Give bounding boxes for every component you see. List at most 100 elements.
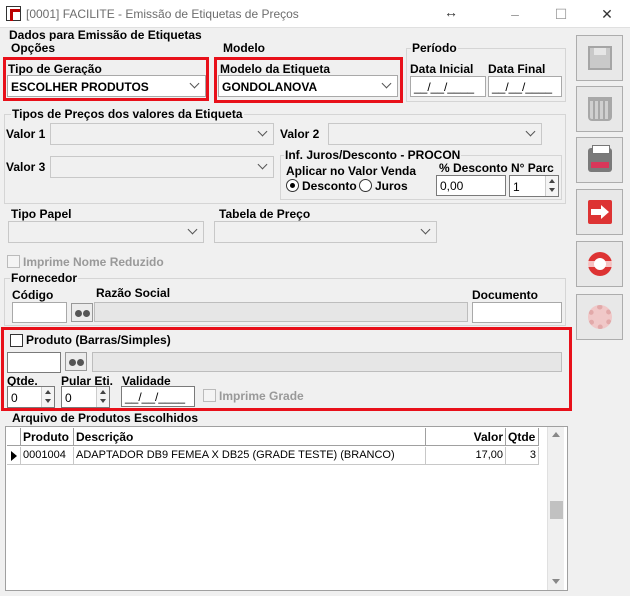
table-row-descricao[interactable]: ADAPTADOR DB9 FEMEA X DB25 (GRADE TESTE)… xyxy=(74,447,426,465)
pct-desconto-field[interactable]: 0,00 xyxy=(436,175,506,196)
chevron-down-icon xyxy=(383,80,391,88)
trash-icon xyxy=(588,97,612,121)
tipo-papel-label: Tipo Papel xyxy=(11,207,72,221)
produtos-grid[interactable]: Produto Descrição Valor Qtde 0001004 ADA… xyxy=(5,426,568,591)
scroll-down-icon[interactable] xyxy=(552,579,560,584)
chevron-down-icon xyxy=(527,128,535,136)
tabela-preco-select[interactable] xyxy=(214,221,437,243)
valor1-label: Valor 1 xyxy=(6,127,46,141)
lifebuoy-icon xyxy=(588,252,612,276)
arquivo-title: Arquivo de Produtos Escolhidos xyxy=(11,411,200,425)
imprime-grade-label: Imprime Grade xyxy=(219,389,304,403)
column-header-produto[interactable]: Produto xyxy=(21,428,74,446)
codigo-field[interactable] xyxy=(12,302,67,323)
imprime-grade-checkbox[interactable] xyxy=(203,389,216,402)
binoculars-search-icon[interactable] xyxy=(65,352,87,371)
stepper-buttons[interactable] xyxy=(545,176,558,196)
parc-label: N° Parc xyxy=(511,161,554,175)
radio-juros-label[interactable]: Juros xyxy=(375,179,408,193)
table-row-produto[interactable]: 0001004 xyxy=(21,447,74,465)
scroll-up-icon[interactable] xyxy=(552,432,560,437)
data-final-label: Data Final xyxy=(488,62,546,76)
maximize-button[interactable]: ☐ xyxy=(538,0,584,28)
chevron-down-icon[interactable] xyxy=(549,188,555,192)
stepper-buttons[interactable] xyxy=(96,387,109,407)
save-button[interactable] xyxy=(576,35,623,81)
data-inicial-value: __/__/____ xyxy=(414,80,475,94)
modelo-label: Modelo da Etiqueta xyxy=(220,62,331,76)
help-button[interactable] xyxy=(576,241,623,287)
stepper-buttons[interactable] xyxy=(41,387,54,407)
pct-desconto-value: 0,00 xyxy=(440,179,464,193)
table-row-qtde[interactable]: 3 xyxy=(506,447,539,465)
qtde-stepper[interactable]: 0 xyxy=(7,386,55,408)
tipo-papel-select[interactable] xyxy=(8,221,204,243)
minimize-button[interactable]: – xyxy=(492,0,538,28)
periodo-title: Período xyxy=(411,41,458,55)
razao-social-label: Razão Social xyxy=(96,286,171,300)
title-bar[interactable]: [0001] FACILITE - Emissão de Etiquetas d… xyxy=(0,0,630,28)
valor3-select[interactable] xyxy=(50,156,274,178)
chevron-up-icon[interactable] xyxy=(100,390,106,394)
table-row-valor[interactable]: 17,00 xyxy=(426,447,506,465)
chevron-up-icon[interactable] xyxy=(549,179,555,183)
chevron-down-icon[interactable] xyxy=(100,399,106,403)
delete-button[interactable] xyxy=(576,86,623,132)
printer-icon xyxy=(588,145,612,172)
juros-group-title: Inf. Juros/Desconto - PROCON xyxy=(284,148,462,162)
chevron-down-icon[interactable] xyxy=(45,399,51,403)
scroll-thumb[interactable] xyxy=(550,501,563,519)
data-inicial-field[interactable]: __/__/____ xyxy=(410,76,486,97)
documento-field[interactable] xyxy=(472,302,562,323)
valor1-select[interactable] xyxy=(50,123,274,145)
opcoes-title: Opções xyxy=(10,41,57,55)
data-final-field[interactable]: __/__/____ xyxy=(488,76,562,97)
settings-button[interactable] xyxy=(576,294,623,340)
razao-social-field xyxy=(94,302,468,322)
exit-button[interactable] xyxy=(576,189,623,235)
close-button[interactable]: ✕ xyxy=(584,0,630,28)
pular-stepper[interactable]: 0 xyxy=(61,386,110,408)
radio-desconto-label[interactable]: Desconto xyxy=(302,179,357,193)
qtde-value: 0 xyxy=(11,391,18,405)
modelo-value: GONDOLANOVA xyxy=(222,80,318,94)
resize-icon[interactable]: ↔ xyxy=(444,4,458,20)
valor3-label: Valor 3 xyxy=(6,160,46,174)
app-logo-icon xyxy=(6,6,21,21)
fornecedor-title: Fornecedor xyxy=(10,271,79,285)
row-pointer-icon xyxy=(11,451,17,461)
produto-checkbox[interactable] xyxy=(10,334,23,347)
modelo-select[interactable]: GONDOLANOVA xyxy=(218,75,398,97)
column-header-valor[interactable]: Valor xyxy=(426,428,506,446)
exit-door-icon xyxy=(588,200,612,224)
save-icon xyxy=(588,46,612,70)
column-header-descricao[interactable]: Descrição xyxy=(74,428,426,446)
parc-stepper[interactable]: 1 xyxy=(509,175,559,197)
radio-desconto[interactable] xyxy=(286,179,299,192)
chevron-down-icon xyxy=(189,226,197,234)
produto-desc-field xyxy=(92,352,562,372)
validade-value: __/__/____ xyxy=(125,390,186,404)
chevron-down-icon xyxy=(259,128,267,136)
column-header-qtde[interactable]: Qtde xyxy=(506,428,539,446)
row-indicator[interactable] xyxy=(7,447,21,465)
data-inicial-label: Data Inicial xyxy=(410,62,474,76)
produto-checkbox-label[interactable]: Produto (Barras/Simples) xyxy=(26,333,171,347)
grid-vertical-scrollbar[interactable] xyxy=(547,427,564,590)
chevron-up-icon[interactable] xyxy=(45,390,51,394)
print-button[interactable] xyxy=(576,137,623,183)
binoculars-search-icon[interactable] xyxy=(71,303,93,322)
tipo-geracao-label: Tipo de Geração xyxy=(8,62,102,76)
valor2-select[interactable] xyxy=(328,123,542,145)
validade-field[interactable]: __/__/____ xyxy=(121,386,195,407)
valor2-label: Valor 2 xyxy=(280,127,320,141)
tipo-geracao-select[interactable]: ESCOLHER PRODUTOS xyxy=(7,75,206,97)
produto-code-field[interactable] xyxy=(7,352,61,373)
gear-icon xyxy=(588,305,612,329)
chevron-down-icon xyxy=(191,80,199,88)
imprime-nome-checkbox[interactable] xyxy=(7,255,20,268)
precos-group-title: Tipos de Preços dos valores da Etiqueta xyxy=(11,107,244,121)
radio-juros[interactable] xyxy=(359,179,372,192)
parc-value: 1 xyxy=(513,180,520,194)
window-title: [0001] FACILITE - Emissão de Etiquetas d… xyxy=(26,7,299,21)
